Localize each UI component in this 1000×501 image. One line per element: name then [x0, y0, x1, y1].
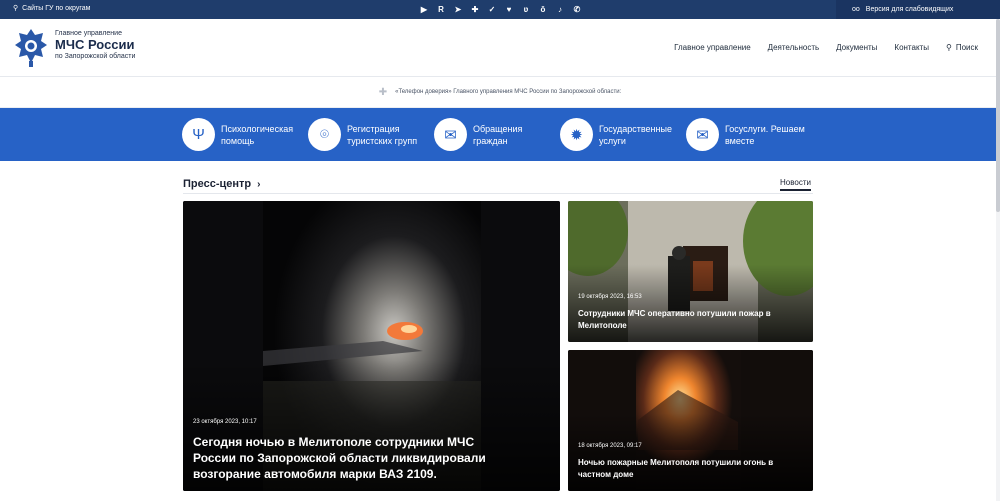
- glasses-icon: oo: [852, 6, 860, 13]
- rutube-icon[interactable]: R: [435, 3, 447, 15]
- emercom-emblem-logo[interactable]: [13, 27, 49, 69]
- psi-icon: Ψ: [182, 118, 215, 151]
- service-label: Психологическая помощь: [221, 123, 294, 146]
- article-date: 19 октября 2023, 16:53: [578, 294, 642, 300]
- article-headline: Сотрудники МЧС оперативно потушили пожар…: [578, 309, 771, 330]
- services-band: Ψ Психологическая помощь ⌾ Регистрация т…: [0, 108, 1000, 161]
- news-card[interactable]: 18 октября 2023, 09:17 Ночью пожарные Ме…: [568, 350, 813, 491]
- service-label: Госуслуги. Решаем вместе: [725, 123, 805, 146]
- brand-line-3: по Запорожской области: [55, 53, 136, 60]
- service-tourist-registration[interactable]: ⌾ Регистрация туристских групп: [308, 118, 437, 151]
- service-state-services[interactable]: ✹ Государственные услуги: [560, 118, 685, 151]
- page-scrollbar[interactable]: [996, 19, 1000, 501]
- tiktok-icon[interactable]: ♪: [554, 3, 566, 15]
- article-date: 23 октября 2023, 10:17: [193, 419, 257, 425]
- plus-icon: ✚: [378, 86, 388, 98]
- main-nav: Главное управление Деятельность Документ…: [674, 43, 978, 52]
- press-center-label: Пресс-центр: [183, 178, 252, 190]
- social-links: ▶ R ➤ ✚ ✓ ♥ ʋ ǒ ♪ ✆: [418, 3, 583, 15]
- search-icon: ⚲: [945, 43, 952, 52]
- location-icon: ⌾: [308, 118, 341, 151]
- regional-sites-label: Сайты ГУ по округам: [22, 4, 91, 12]
- search-label: Поиск: [955, 43, 978, 52]
- service-psychological-help[interactable]: Ψ Психологическая помощь: [182, 118, 307, 151]
- news-card-featured[interactable]: 23 октября 2023, 10:17 Сегодня ночью в М…: [183, 201, 560, 491]
- low-vision-version-link[interactable]: oo Версия для слабовидящих: [836, 0, 1000, 19]
- viber-icon[interactable]: ✆: [571, 3, 583, 15]
- heart-icon[interactable]: ♥: [503, 3, 515, 15]
- search-button[interactable]: ⚲ Поиск: [946, 43, 978, 52]
- top-bar: ⚲ Сайты ГУ по округам ▶ R ➤ ✚ ✓ ♥ ʋ ǒ ♪ …: [0, 0, 1000, 19]
- article-date: 18 октября 2023, 09:17: [578, 443, 642, 449]
- regional-sites-link[interactable]: ⚲ Сайты ГУ по округам: [13, 4, 91, 13]
- scrollbar-thumb[interactable]: [996, 19, 1000, 212]
- service-label: Государственные услуги: [599, 123, 672, 146]
- message-icon: ✉: [686, 118, 719, 151]
- trust-phone-strip: ✚ «Телефон доверия» Главного управления …: [0, 77, 1000, 108]
- press-center-title[interactable]: Пресс-центр ›: [183, 178, 260, 190]
- nav-item-contacts[interactable]: Контакты: [894, 43, 929, 52]
- twitter-icon[interactable]: ✓: [486, 3, 498, 15]
- tab-news[interactable]: Новости: [780, 178, 811, 191]
- brand-title[interactable]: Главное управление МЧС России по Запорож…: [55, 30, 135, 60]
- news-card[interactable]: 19 октября 2023, 16:53 Сотрудники МЧС оп…: [568, 201, 813, 342]
- brand-line-1: Главное управление: [55, 30, 122, 37]
- youtube-icon[interactable]: ▶: [418, 3, 430, 15]
- vk-icon[interactable]: ʋ: [520, 3, 532, 15]
- article-headline: Ночью пожарные Мелитополя потушили огонь…: [578, 458, 774, 479]
- service-gosuslugi-together[interactable]: ✉ Госуслуги. Решаем вместе: [686, 118, 825, 151]
- nav-item-main-directorate[interactable]: Главное управление: [674, 43, 751, 52]
- article-headline: Сегодня ночью в Мелитополе сотрудники МЧ…: [193, 435, 486, 481]
- low-vision-label: Версия для слабовидящих: [865, 6, 954, 13]
- ok-icon[interactable]: ǒ: [537, 3, 549, 15]
- service-citizen-appeals[interactable]: ✉ Обращения граждан: [434, 118, 559, 151]
- mail-icon: ✉: [434, 118, 467, 151]
- nav-item-activity[interactable]: Деятельность: [768, 43, 820, 52]
- trust-phone-text: «Телефон доверия» Главного управления МЧ…: [395, 89, 622, 95]
- service-label: Обращения граждан: [473, 123, 523, 146]
- divider: [183, 193, 813, 194]
- map-pin-icon: ⚲: [13, 5, 19, 12]
- telegram-icon[interactable]: ➤: [452, 3, 464, 15]
- site-header: Главное управление МЧС России по Запорож…: [0, 19, 1000, 77]
- service-label: Регистрация туристских групп: [347, 123, 418, 146]
- odnoklassniki-icon[interactable]: ✚: [469, 3, 481, 15]
- chevron-right-icon: ›: [257, 178, 261, 190]
- emblem-icon: ✹: [560, 118, 593, 151]
- brand-line-2: МЧС России: [55, 37, 135, 52]
- nav-item-documents[interactable]: Документы: [836, 43, 877, 52]
